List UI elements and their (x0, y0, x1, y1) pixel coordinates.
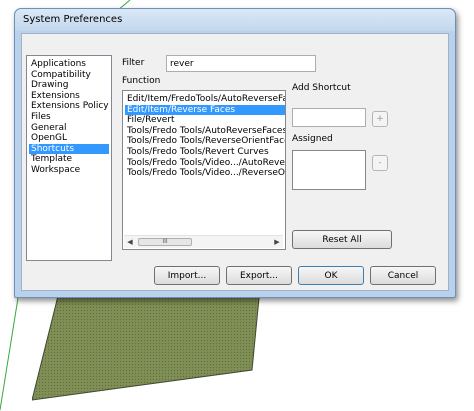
export-button[interactable]: Export... (226, 266, 292, 285)
category-item[interactable]: Shortcuts (29, 143, 109, 154)
function-item[interactable]: Tools/Fredo Tools/Video.../AutoReverseFa… (125, 158, 285, 168)
category-item[interactable]: Workspace (29, 165, 109, 175)
title-bar[interactable]: System Preferences (15, 9, 455, 31)
scroll-left-arrow-icon[interactable]: ◀ (124, 236, 136, 248)
category-item[interactable]: Files (29, 112, 109, 122)
scroll-right-arrow-icon[interactable]: ▶ (271, 236, 283, 248)
function-list-horizontal-scrollbar[interactable]: ◀ III ▶ (124, 235, 283, 248)
filter-input[interactable] (166, 55, 316, 72)
category-item[interactable]: Compatibility (29, 70, 109, 80)
dialog-client-area: Applications Compatibility Drawing Extensio… (21, 33, 449, 291)
remove-shortcut-button[interactable]: - (372, 155, 388, 171)
function-item[interactable]: File/Revert (125, 115, 285, 125)
category-item[interactable]: Extensions (29, 91, 109, 101)
assigned-shortcuts-list[interactable] (292, 150, 366, 190)
function-item[interactable]: Tools/Fredo Tools/Video.../ReverseOrient… (125, 168, 285, 178)
scroll-thumb[interactable]: III (138, 238, 192, 246)
function-label: Function (122, 76, 161, 86)
add-shortcut-label: Add Shortcut (292, 83, 351, 93)
function-item[interactable]: Tools/Fredo Tools/Revert Curves (125, 147, 285, 157)
ok-button[interactable]: OK (298, 266, 364, 285)
system-preferences-dialog: System Preferences Applications Compatibi… (14, 8, 456, 298)
reset-all-button[interactable]: Reset All (292, 230, 392, 249)
function-item[interactable]: Edit/Item/FredoTools/AutoReverseFaces (125, 94, 285, 104)
add-shortcut-input[interactable] (292, 108, 366, 127)
cancel-button[interactable]: Cancel (370, 266, 436, 285)
add-shortcut-button[interactable]: + (372, 111, 388, 127)
category-item[interactable]: OpenGL (29, 133, 109, 143)
category-item[interactable]: Extensions Policy (29, 101, 109, 111)
window-title: System Preferences (23, 14, 123, 25)
category-list[interactable]: Applications Compatibility Drawing Extensio… (26, 55, 112, 261)
category-item[interactable]: General (29, 123, 109, 133)
import-button[interactable]: Import... (154, 266, 220, 285)
category-item[interactable]: Template (29, 154, 109, 164)
assigned-label: Assigned (292, 134, 333, 144)
filter-label: Filter (122, 58, 145, 68)
function-list[interactable]: ◀ III ▶ Edit/Item/FredoTools/AutoReverse… (122, 90, 286, 250)
textured-face-surface (32, 288, 261, 401)
scroll-thumb-grip: III (162, 238, 168, 245)
category-item[interactable]: Drawing (29, 80, 109, 90)
category-item[interactable]: Applications (29, 59, 109, 69)
function-item[interactable]: Tools/Fredo Tools/AutoReverseFaces (125, 126, 285, 136)
function-item[interactable]: Tools/Fredo Tools/ReverseOrientFaces (125, 136, 285, 146)
function-item[interactable]: Edit/Item/Reverse Faces (125, 104, 285, 115)
